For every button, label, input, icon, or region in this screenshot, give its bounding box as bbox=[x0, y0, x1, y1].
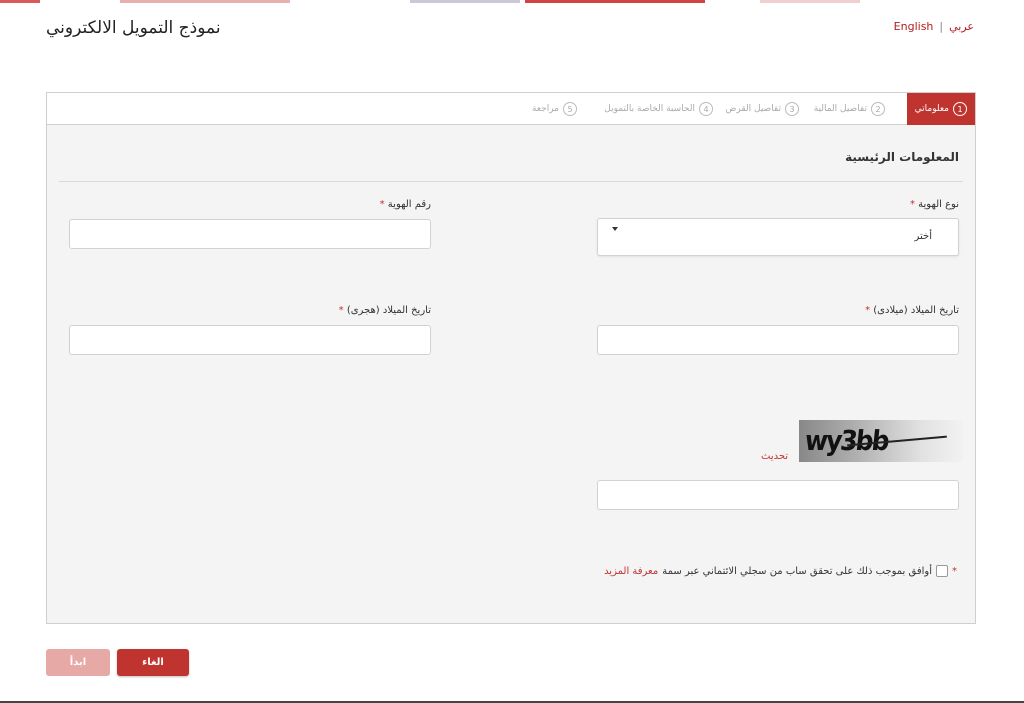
id-type-select[interactable]: أختر bbox=[597, 218, 959, 256]
step-label: الحاسبة الخاصة بالتمويل bbox=[604, 104, 695, 114]
id-number-label: رقم الهوية * bbox=[380, 199, 431, 210]
dob-hijri-label-text: تاريخ الميلاد (هجرى) bbox=[346, 305, 431, 316]
step-finance-calculator[interactable]: 4 الحاسبة الخاصة بالتمويل bbox=[604, 93, 713, 125]
wizard-steps: 1 معلوماتي 2 تفاصيل المالية 3 تفاصيل الق… bbox=[47, 93, 975, 125]
start-button[interactable]: ابدأ bbox=[46, 649, 110, 676]
dob-hijri-input[interactable] bbox=[70, 326, 430, 354]
required-marker: * bbox=[338, 305, 344, 316]
id-number-input[interactable] bbox=[70, 220, 430, 248]
learn-more-link[interactable]: معرفة المزيد bbox=[604, 566, 658, 577]
captcha-text: wy3bb bbox=[803, 424, 890, 457]
agreement-checkbox[interactable] bbox=[936, 565, 948, 577]
agreement-text: أوافق بموجب ذلك على تحقق ساب من سجلي الا… bbox=[662, 565, 932, 577]
id-type-label: نوع الهوية * bbox=[910, 199, 959, 210]
step-loan-details[interactable]: 3 تفاصيل القرض bbox=[726, 93, 799, 125]
dob-gregorian-label: تاريخ الميلاد (ميلادى) * bbox=[865, 305, 959, 316]
top-decorative-strip bbox=[0, 0, 1024, 3]
dropdown-caret-icon bbox=[612, 227, 618, 231]
language-separator: | bbox=[939, 20, 944, 33]
section-divider bbox=[59, 181, 963, 182]
step-number: 4 bbox=[699, 102, 713, 116]
dob-gregorian-label-text: تاريخ الميلاد (ميلادى) bbox=[873, 305, 959, 316]
dob-gregorian-field bbox=[597, 325, 959, 355]
id-number-label-text: رقم الهوية bbox=[387, 199, 431, 210]
captcha-input[interactable] bbox=[598, 481, 958, 509]
id-type-selected-value: أختر bbox=[914, 231, 933, 242]
dob-hijri-field bbox=[69, 325, 431, 355]
agreement-row: * أوافق بموجب ذلك على تحقق ساب من سجلي ا… bbox=[604, 565, 957, 577]
language-arabic-link[interactable]: عربي bbox=[949, 20, 974, 33]
captcha-field bbox=[597, 480, 959, 510]
required-marker: * bbox=[909, 199, 915, 210]
language-switcher: English | عربي bbox=[894, 20, 974, 33]
step-my-info[interactable]: 1 معلوماتي bbox=[906, 93, 975, 125]
id-type-label-text: نوع الهوية bbox=[918, 199, 959, 210]
step-label: معلوماتي bbox=[914, 104, 949, 114]
section-title: المعلومات الرئيسية bbox=[845, 150, 959, 164]
cancel-button[interactable]: الغاء bbox=[117, 649, 189, 676]
step-label: تفاصيل القرض bbox=[725, 104, 781, 114]
required-marker: * bbox=[952, 565, 957, 577]
step-number: 3 bbox=[785, 102, 799, 116]
dob-gregorian-input[interactable] bbox=[598, 326, 958, 354]
language-english-link[interactable]: English bbox=[894, 20, 934, 33]
step-number: 5 bbox=[563, 102, 577, 116]
required-marker: * bbox=[865, 305, 871, 316]
step-label: تفاصيل المالية bbox=[813, 104, 867, 114]
form-panel: 1 معلوماتي 2 تفاصيل المالية 3 تفاصيل الق… bbox=[46, 92, 976, 624]
step-financial-details[interactable]: 2 تفاصيل المالية bbox=[814, 93, 885, 125]
required-marker: * bbox=[379, 199, 385, 210]
dob-hijri-label: تاريخ الميلاد (هجرى) * bbox=[339, 305, 431, 316]
step-number: 2 bbox=[871, 102, 885, 116]
page-title: نموذج التمويل الالكتروني bbox=[46, 18, 221, 38]
step-label: مراجعة bbox=[531, 104, 559, 114]
step-review[interactable]: 5 مراجعة bbox=[532, 93, 577, 125]
captcha-refresh-link[interactable]: تحديث bbox=[761, 451, 788, 462]
captcha-image: wy3bb bbox=[799, 420, 963, 462]
id-number-field bbox=[69, 219, 431, 249]
step-number: 1 bbox=[953, 102, 967, 116]
